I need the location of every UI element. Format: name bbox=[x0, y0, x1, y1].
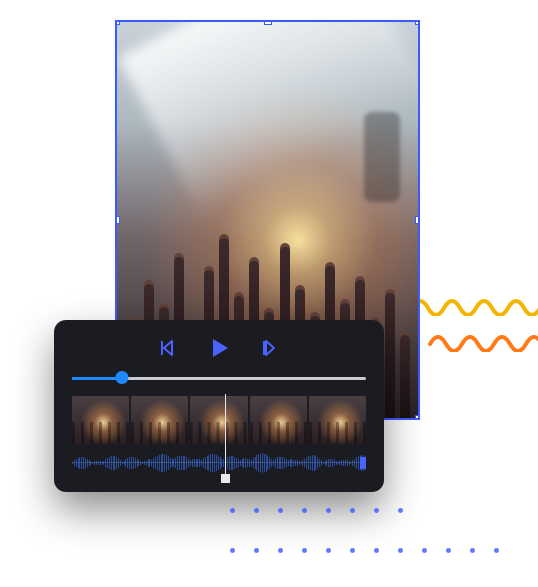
timeline-panel bbox=[54, 320, 384, 492]
editor-stage bbox=[0, 0, 538, 587]
decor-squiggle-yellow bbox=[410, 296, 538, 316]
playhead[interactable] bbox=[225, 394, 226, 478]
resize-handle-top[interactable] bbox=[264, 20, 272, 25]
resize-handle-top-right[interactable] bbox=[415, 20, 420, 25]
seek-fill bbox=[72, 377, 122, 380]
seek-bar[interactable] bbox=[72, 368, 366, 388]
timeline-thumbnail[interactable] bbox=[309, 396, 366, 444]
next-frame-icon[interactable] bbox=[260, 338, 280, 358]
timeline-thumbnail[interactable] bbox=[131, 396, 188, 444]
decor-dot-grid bbox=[230, 548, 500, 554]
prev-frame-icon[interactable] bbox=[158, 338, 178, 358]
timeline-thumbnail[interactable] bbox=[250, 396, 307, 444]
thumbnail-strip[interactable] bbox=[72, 396, 366, 444]
audio-waveform-row[interactable] bbox=[72, 450, 366, 476]
playback-controls bbox=[72, 334, 366, 362]
clip-end-marker[interactable] bbox=[360, 457, 366, 469]
play-icon[interactable] bbox=[206, 335, 232, 361]
resize-handle-right[interactable] bbox=[415, 216, 420, 224]
audio-waveform bbox=[72, 452, 366, 474]
seek-knob[interactable] bbox=[115, 371, 128, 384]
timeline-thumbnail[interactable] bbox=[72, 396, 129, 444]
timeline-thumbnail[interactable] bbox=[190, 396, 247, 444]
decor-dot-grid bbox=[230, 508, 404, 514]
resize-handle-left[interactable] bbox=[115, 216, 120, 224]
resize-handle-bottom-right[interactable] bbox=[415, 415, 420, 420]
decor-squiggle-orange bbox=[428, 332, 538, 352]
resize-handle-top-left[interactable] bbox=[115, 20, 120, 25]
